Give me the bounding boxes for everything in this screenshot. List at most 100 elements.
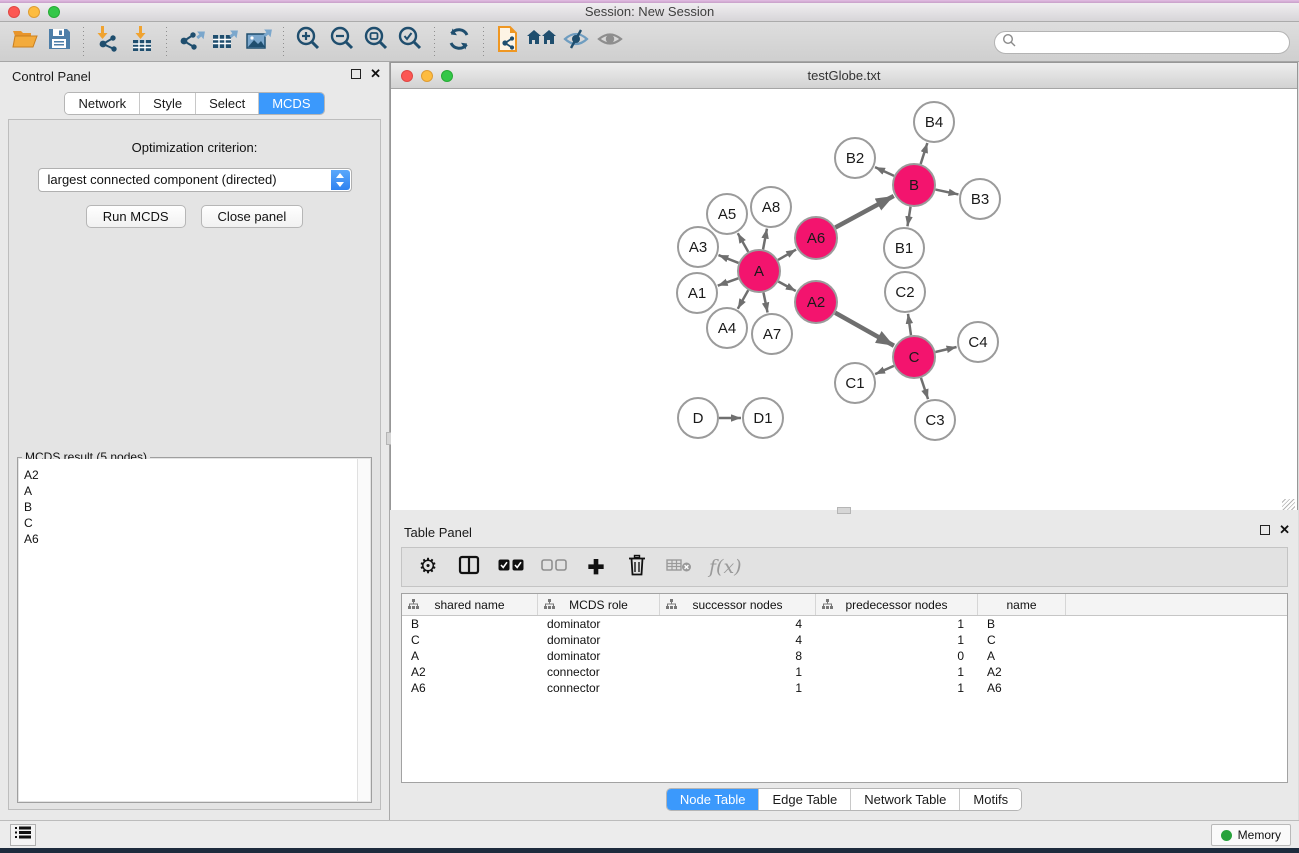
table-cell: 1 — [660, 664, 816, 680]
graph-edge-A-A7[interactable] — [763, 293, 767, 313]
zoom-window-button[interactable] — [48, 6, 60, 18]
table-row[interactable]: Adominator80A — [402, 648, 1287, 664]
control-panel-title: Control Panel — [12, 69, 91, 84]
graph-node-label: A2 — [807, 294, 825, 311]
show-task-history-button[interactable] — [10, 824, 36, 846]
import-table-button[interactable] — [125, 25, 159, 59]
hide-graphics-details-button[interactable] — [559, 25, 593, 59]
tab-motifs[interactable]: Motifs — [959, 789, 1021, 810]
graph-edge-A-A6[interactable] — [778, 250, 796, 260]
zoom-in-button[interactable] — [291, 25, 325, 59]
table-row[interactable]: Bdominator41B — [402, 616, 1287, 632]
graph-edge-A-A2[interactable] — [778, 282, 795, 292]
export-image-button[interactable] — [242, 25, 276, 59]
column-header-shared-name[interactable]: shared name — [402, 594, 538, 615]
network-window-titlebar[interactable]: testGlobe.txt — [391, 63, 1297, 89]
graph-edge-C-C2[interactable] — [908, 314, 911, 335]
create-column-button[interactable]: ✚ — [584, 554, 608, 580]
delete-table-button[interactable] — [666, 554, 692, 580]
tab-style[interactable]: Style — [139, 93, 195, 114]
show-graphics-details-button[interactable] — [593, 25, 627, 59]
graph-edge-B-B3[interactable] — [936, 190, 959, 195]
table-row[interactable]: A2connector11A2 — [402, 664, 1287, 680]
import-network-button[interactable] — [91, 25, 125, 59]
fx-icon: f(x) — [709, 556, 742, 578]
graph-edge-B-B4[interactable] — [921, 143, 928, 164]
tab-select[interactable]: Select — [195, 93, 258, 114]
function-builder-button[interactable]: f(x) — [709, 554, 742, 580]
minimize-window-button[interactable] — [28, 6, 40, 18]
table-settings-button[interactable]: ⚙ — [416, 554, 440, 580]
result-scrollbar[interactable] — [357, 459, 370, 801]
zoom-fit-button[interactable] — [359, 25, 393, 59]
graph-edge-A-A5[interactable] — [738, 233, 748, 252]
close-window-button[interactable] — [8, 6, 20, 18]
zoom-out-button[interactable] — [325, 25, 359, 59]
column-header-mcds-role[interactable]: MCDS role — [538, 594, 660, 615]
close-panel-icon[interactable]: ✕ — [1279, 525, 1290, 535]
close-panel-icon[interactable]: ✕ — [370, 69, 381, 79]
tab-network[interactable]: Network — [65, 93, 139, 114]
unchecked-boxes-icon — [541, 558, 567, 576]
mcds-result-item[interactable]: A — [19, 483, 370, 499]
graph-edge-A2-C[interactable] — [835, 313, 894, 346]
float-panel-icon[interactable] — [1260, 525, 1270, 535]
network-close-button[interactable] — [401, 70, 413, 82]
graph-edge-C-C4[interactable] — [935, 347, 956, 352]
column-header-successor-nodes[interactable]: successor nodes — [660, 594, 816, 615]
memory-button[interactable]: Memory — [1211, 824, 1291, 846]
apply-layout-button[interactable] — [442, 25, 476, 59]
show-column-button[interactable] — [457, 554, 481, 580]
search-input[interactable] — [1017, 36, 1267, 50]
delete-column-button[interactable] — [625, 554, 649, 580]
mcds-result-item[interactable]: B — [19, 499, 370, 515]
tab-node-table[interactable]: Node Table — [667, 789, 759, 810]
save-session-button[interactable] — [42, 25, 76, 59]
mcds-result-item[interactable]: A2 — [19, 467, 370, 483]
horizontal-split-divider[interactable] — [390, 510, 1298, 518]
optimization-criterion-select[interactable]: largest connected component (directed) — [38, 168, 352, 192]
zoom-selected-button[interactable] — [393, 25, 427, 59]
deselect-all-button[interactable] — [541, 554, 567, 580]
graph-edge-A-A3[interactable] — [718, 255, 738, 263]
tab-network-table[interactable]: Network Table — [850, 789, 959, 810]
column-header-name[interactable]: name — [978, 594, 1066, 615]
graph-edge-A-A8[interactable] — [763, 229, 767, 250]
mcds-result-list[interactable]: A2ABCA6 — [19, 459, 370, 801]
select-all-button[interactable] — [498, 554, 524, 580]
mcds-result-item[interactable]: C — [19, 515, 370, 531]
float-panel-icon[interactable] — [351, 69, 361, 79]
home-panels-button[interactable] — [525, 25, 559, 59]
graph-edge-B-B1[interactable] — [907, 207, 910, 227]
open-folder-icon — [11, 27, 39, 56]
table-panel-title: Table Panel — [404, 525, 472, 540]
network-graph[interactable]: B4B2BB3A8A5A6A3B1AA1C2A2A4A7C4CC1C3DD1 — [391, 89, 1297, 509]
new-session-from-network-button[interactable] — [491, 25, 525, 59]
graph-edge-B-B2[interactable] — [875, 167, 894, 176]
open-file-button[interactable] — [8, 25, 42, 59]
network-canvas[interactable]: B4B2BB3A8A5A6A3B1AA1C2A2A4A7C4CC1C3DD1 — [391, 89, 1297, 514]
tab-mcds[interactable]: MCDS — [258, 93, 323, 114]
run-mcds-button[interactable]: Run MCDS — [86, 205, 186, 228]
graph-edge-C-C1[interactable] — [875, 366, 894, 374]
graph-edge-C-C3[interactable] — [921, 378, 928, 399]
graph-edge-A-A4[interactable] — [738, 290, 748, 309]
app-titlebar: Session: New Session — [0, 3, 1299, 22]
network-zoom-button[interactable] — [441, 70, 453, 82]
export-table-button[interactable] — [208, 25, 242, 59]
table-row[interactable]: Cdominator41C — [402, 632, 1287, 648]
column-header-predecessor-nodes[interactable]: predecessor nodes — [816, 594, 978, 615]
tab-edge-table[interactable]: Edge Table — [758, 789, 850, 810]
network-minimize-button[interactable] — [421, 70, 433, 82]
graph-edge-A-A1[interactable] — [718, 278, 739, 285]
close-panel-button[interactable]: Close panel — [201, 205, 304, 228]
table-row[interactable]: A6connector11A6 — [402, 680, 1287, 696]
search-field[interactable] — [994, 31, 1290, 54]
graph-node-label: C3 — [925, 412, 944, 429]
mcds-result-item[interactable]: A6 — [19, 531, 370, 547]
export-network-button[interactable] — [174, 25, 208, 59]
table-cell: 8 — [660, 648, 816, 664]
graph-node-label: D — [693, 410, 704, 427]
graph-edge-A6-B[interactable] — [835, 196, 893, 228]
split-pane-handle[interactable] — [837, 507, 851, 514]
